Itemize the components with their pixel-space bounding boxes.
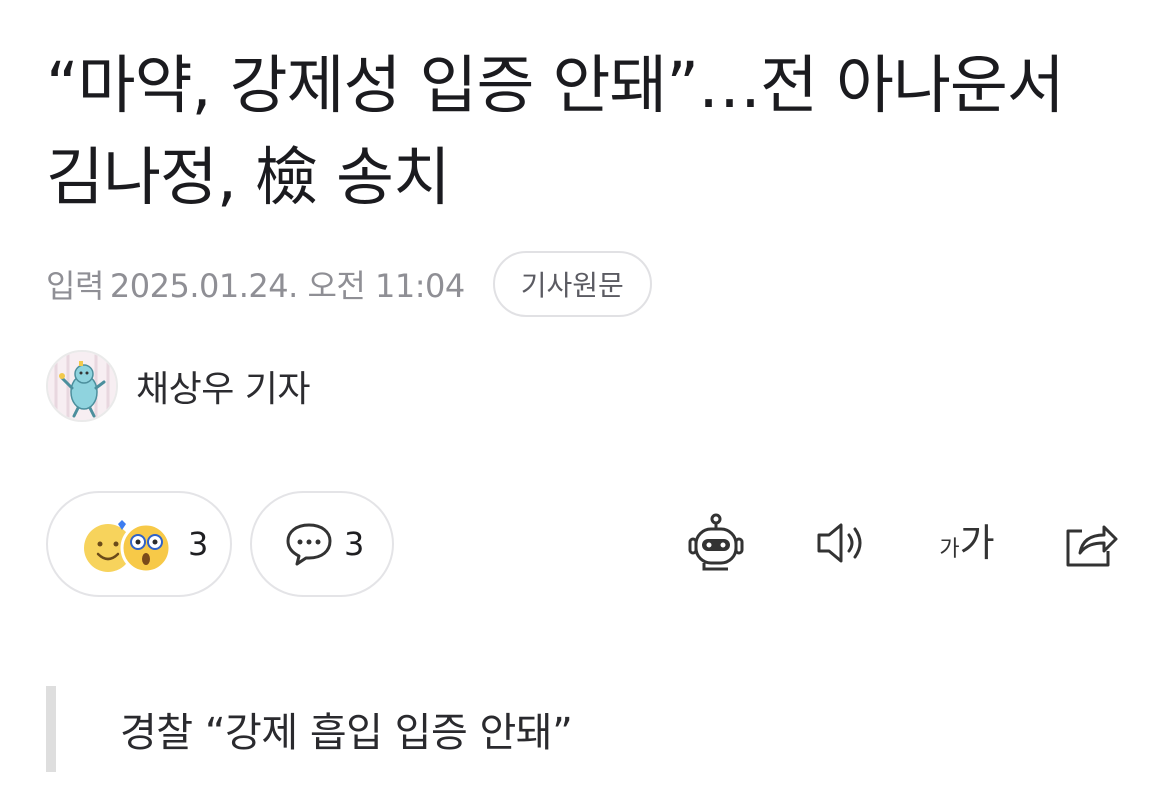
article-headline: “마약, 강제성 입증 안돼”…전 아나운서 김나정, 檢 송치 [46, 49, 1065, 214]
reaction-icons [84, 520, 172, 574]
robot-summary-icon [688, 513, 744, 571]
summary-robot-button[interactable] [681, 508, 751, 578]
font-size-small: 가 [939, 537, 960, 562]
comment-button[interactable]: 3 [250, 491, 394, 597]
reaction-button[interactable]: 3 [46, 491, 232, 597]
reporter-name[interactable]: 채상우 기자 [136, 360, 311, 412]
published-date: 2025.01.24. 오전 11:04 [109, 267, 465, 305]
article-meta: 입력 2025.01.24. 오전 11:04 기사원문 [46, 251, 652, 317]
share-icon [1066, 525, 1118, 567]
original-article-button[interactable]: 기사원문 [492, 251, 652, 317]
share-button[interactable] [1055, 508, 1125, 578]
surprised-face-icon [120, 522, 172, 574]
speaker-icon [817, 523, 862, 563]
published-label: 입력 [46, 267, 104, 305]
article-subheading: 경찰 “강제 흡입 입증 안돼” [46, 686, 573, 772]
reporter-avatar-illustration [48, 352, 116, 420]
font-size-large: 가 [959, 521, 995, 565]
font-size-icon: 가 가 [939, 521, 994, 565]
reaction-count: 3 [188, 525, 209, 563]
reporter-info[interactable]: 채상우 기자 [46, 350, 311, 422]
font-size-button[interactable]: 가 가 [927, 508, 1007, 578]
reporter-avatar[interactable] [46, 350, 118, 422]
speech-bubble-icon [286, 523, 332, 566]
text-to-speech-button[interactable] [806, 508, 876, 578]
subheading-text: 경찰 “강제 흡입 입증 안돼” [120, 710, 573, 756]
comment-count: 3 [344, 525, 365, 563]
article-view: “마약, 강제성 입증 안돼”…전 아나운서 김나정, 檢 송치 입력 2025… [0, 0, 1170, 805]
